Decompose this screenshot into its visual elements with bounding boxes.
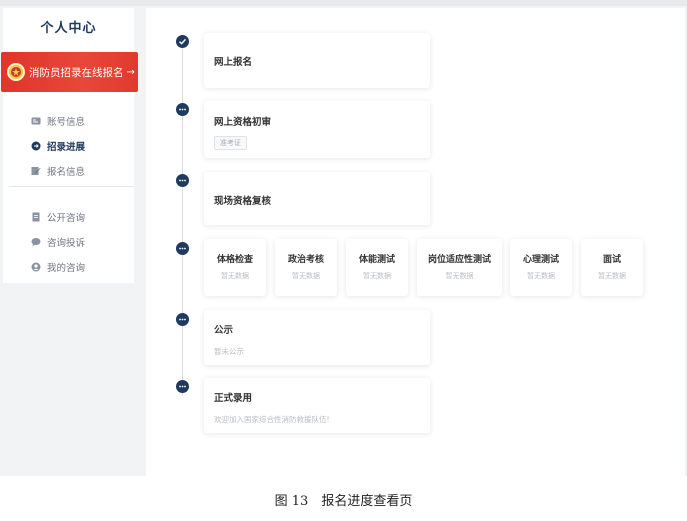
step-card-online-review: 网上资格初审 准考证 xyxy=(204,101,430,158)
substep-title: 体能测试 xyxy=(358,255,395,265)
progress-icon xyxy=(31,141,41,151)
step-card-online-registration: 网上报名 xyxy=(204,33,430,88)
step-card-formal-hiring: 正式录用 欢迎加入国家综合性消防救援队伍! xyxy=(204,378,430,433)
substep-title: 体格检查 xyxy=(216,255,253,265)
substep-title: 面试 xyxy=(602,255,621,265)
user-icon xyxy=(31,262,41,272)
step-card-onsite-review: 现场资格复核 xyxy=(204,172,430,225)
substep-status: 暂无数据 xyxy=(363,272,391,280)
substep-status: 暂无数据 xyxy=(221,272,249,280)
substep-card: 面试 暂无数据 xyxy=(581,239,643,296)
top-border xyxy=(0,0,687,6)
substep-card: 政治考核 暂无数据 xyxy=(275,239,337,296)
substep-status: 暂无数据 xyxy=(598,272,626,280)
substep-status: 暂无数据 xyxy=(527,272,555,280)
step-title: 现场资格复核 xyxy=(214,196,272,207)
banner-label: 消防员招录在线报名 xyxy=(29,66,124,79)
sidebar-item-public-consult[interactable]: 公开咨询 xyxy=(3,204,134,229)
sidebar-item-label: 账号信息 xyxy=(47,116,86,128)
menu-consult-group: 公开咨询 咨询投诉 我的咨询 xyxy=(3,204,134,279)
sidebar: 个人中心 消防员招录在线报名 → 账号信息 招录进展 报名信息 公开咨询 咨询投… xyxy=(1,8,138,283)
substep-title: 心理测试 xyxy=(522,255,559,265)
progress-panel: 网上报名 网上资格初审 准考证 现场资格复核 体格检查 暂无数据 政治考核 暂无… xyxy=(146,8,685,476)
substep-title: 岗位适应性测试 xyxy=(427,255,491,265)
sidebar-item-label: 招录进展 xyxy=(47,141,86,153)
sidebar-item-label: 咨询投诉 xyxy=(47,237,86,249)
step-status: 暂未公示 xyxy=(214,347,244,356)
substep-card: 心理测试 暂无数据 xyxy=(510,239,572,296)
substep-card: 体能测试 暂无数据 xyxy=(346,239,408,296)
step-title: 公示 xyxy=(214,325,234,336)
fire-rescue-emblem-icon xyxy=(7,63,25,81)
enroll-banner-button[interactable]: 消防员招录在线报名 → xyxy=(1,52,138,92)
arrow-right-icon: → xyxy=(126,66,135,78)
sidebar-item-account-info[interactable]: 账号信息 xyxy=(3,108,134,133)
app-screen: 个人中心 消防员招录在线报名 → 账号信息 招录进展 报名信息 公开咨询 咨询投… xyxy=(0,0,687,476)
ellipsis-icon xyxy=(176,380,189,393)
substep-status: 暂无数据 xyxy=(292,272,320,280)
step-card-publicity: 公示 暂未公示 xyxy=(204,310,430,365)
sidebar-item-label: 公开咨询 xyxy=(47,212,86,224)
menu-divider xyxy=(9,186,134,187)
document-icon xyxy=(31,212,41,222)
step-title: 正式录用 xyxy=(214,393,253,404)
substep-card: 体格检查 暂无数据 xyxy=(204,239,266,296)
ellipsis-icon xyxy=(176,174,189,187)
chat-icon xyxy=(31,237,41,247)
substep-card: 岗位适应性测试 暂无数据 xyxy=(417,239,502,296)
sidebar-item-my-consult[interactable]: 我的咨询 xyxy=(3,254,134,279)
sidebar-item-progress[interactable]: 招录进展 xyxy=(3,133,134,158)
admission-ticket-button[interactable]: 准考证 xyxy=(214,136,247,150)
sidebar-title: 个人中心 xyxy=(40,21,97,36)
menu-account-group: 账号信息 招录进展 报名信息 xyxy=(3,108,134,183)
sidebar-item-label: 我的咨询 xyxy=(47,262,86,274)
ellipsis-icon xyxy=(176,103,189,116)
id-card-icon xyxy=(31,116,41,126)
ellipsis-icon xyxy=(176,242,189,255)
step-status: 欢迎加入国家综合性消防救援队伍! xyxy=(214,415,330,424)
figure-caption: 图 13 报名进度查看页 xyxy=(274,494,413,509)
edit-doc-icon xyxy=(31,166,41,176)
check-icon xyxy=(176,35,189,48)
ellipsis-icon xyxy=(176,313,189,326)
step-title: 网上报名 xyxy=(214,57,253,68)
substep-title: 政治考核 xyxy=(287,255,324,265)
sidebar-item-registration-info[interactable]: 报名信息 xyxy=(3,158,134,183)
sidebar-item-complaint[interactable]: 咨询投诉 xyxy=(3,229,134,254)
step-title: 网上资格初审 xyxy=(214,117,272,128)
timeline-line xyxy=(182,48,183,396)
sidebar-item-label: 报名信息 xyxy=(47,166,86,178)
substep-status: 暂无数据 xyxy=(445,272,474,280)
